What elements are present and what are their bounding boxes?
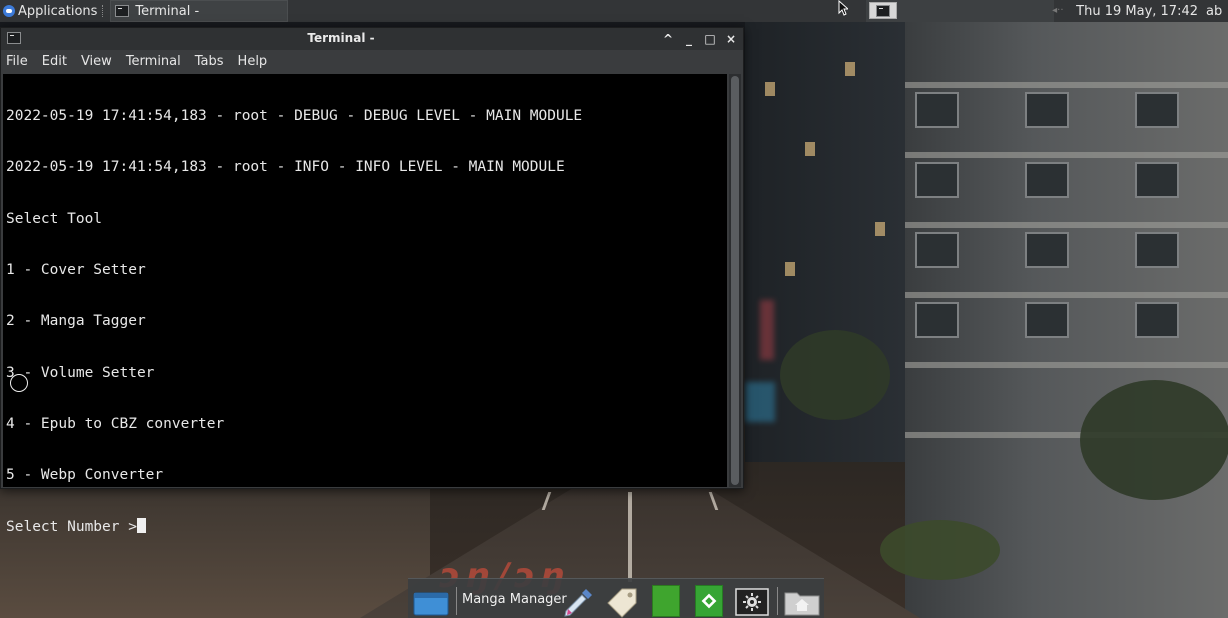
tag-icon[interactable]: [604, 585, 640, 618]
user-menu[interactable]: ab: [1206, 4, 1226, 19]
color-picker-icon[interactable]: [560, 585, 596, 618]
menu-edit[interactable]: Edit: [42, 54, 67, 69]
taskbar-terminal-label: Terminal -: [135, 3, 200, 19]
terminal-window[interactable]: Terminal - ^ _ □ × File Edit View Termin…: [0, 27, 744, 535]
clock[interactable]: Thu 19 May, 17:42: [1076, 4, 1198, 19]
menu-file[interactable]: File: [6, 54, 28, 69]
terminal-line: 2022-05-19 17:41:54,183 - root - INFO - …: [6, 159, 565, 176]
xfce-logo-icon: [3, 5, 15, 17]
menubar: File Edit View Terminal Tabs Help: [1, 50, 743, 72]
roll-up-button[interactable]: ^: [660, 30, 676, 48]
terminal-prompt-line: Select Number >: [6, 518, 582, 535]
terminal-output[interactable]: 2022-05-19 17:41:54,183 - root - DEBUG -…: [3, 74, 727, 535]
minimize-button[interactable]: _: [681, 30, 697, 48]
menu-help[interactable]: Help: [238, 54, 268, 69]
system-tray: ◂·· Thu 19 May, 17:42 ab: [1052, 0, 1228, 22]
terminal-line: 1 - Cover Setter: [6, 262, 146, 279]
show-desktop-icon[interactable]: [412, 585, 450, 617]
busy-cursor-icon: [10, 374, 28, 392]
taskbar-terminal-button[interactable]: Terminal -: [110, 0, 289, 22]
terminal-line: Select Tool: [6, 210, 103, 227]
terminal-line: 3 - Volume Setter: [6, 364, 155, 381]
close-button[interactable]: ×: [723, 30, 739, 48]
terminal-icon: [115, 5, 130, 17]
terminal-scrollbar[interactable]: [729, 74, 741, 487]
volume-icon[interactable]: ◂··: [1052, 6, 1068, 16]
window-controls: ^ _ □ ×: [660, 30, 739, 48]
terminal-line: 2 - Manga Tagger: [6, 313, 146, 330]
window-title: Terminal -: [307, 31, 375, 45]
terminal-line: 2022-05-19 17:41:54,183 - root - DEBUG -…: [6, 108, 583, 125]
dock-active-app-label[interactable]: Manga Manager: [462, 592, 567, 607]
home-folder-icon[interactable]: [782, 585, 822, 617]
maximize-button[interactable]: □: [702, 30, 718, 48]
mouse-pointer-icon: [838, 0, 848, 16]
scrollbar-thumb[interactable]: [731, 76, 739, 485]
dock-divider: [456, 587, 457, 615]
menu-tabs[interactable]: Tabs: [195, 54, 224, 69]
terminal-prompt: Select Number >: [6, 519, 137, 536]
dock-divider: [777, 587, 778, 615]
green-file-icon[interactable]: [652, 585, 680, 617]
terminal-text: 2022-05-19 17:41:54,183 - root - DEBUG -…: [6, 74, 582, 570]
terminal-line: 5 - Webp Converter: [6, 467, 164, 484]
applications-label: Applications: [18, 3, 98, 19]
settings-icon[interactable]: [734, 585, 770, 617]
window-titlebar[interactable]: Terminal - ^ _ □ ×: [1, 28, 743, 50]
dock: Manga Manager: [408, 578, 824, 618]
terminal-icon: [876, 5, 890, 17]
panel-separator: [102, 5, 106, 17]
menu-terminal[interactable]: Terminal: [126, 54, 181, 69]
vim-icon[interactable]: [695, 585, 723, 617]
applications-menu-button[interactable]: Applications: [0, 0, 100, 22]
terminal-line: 4 - Epub to CBZ converter: [6, 415, 225, 432]
workspace-1[interactable]: [869, 2, 897, 19]
text-cursor: [136, 518, 146, 534]
menu-view[interactable]: View: [81, 54, 112, 69]
